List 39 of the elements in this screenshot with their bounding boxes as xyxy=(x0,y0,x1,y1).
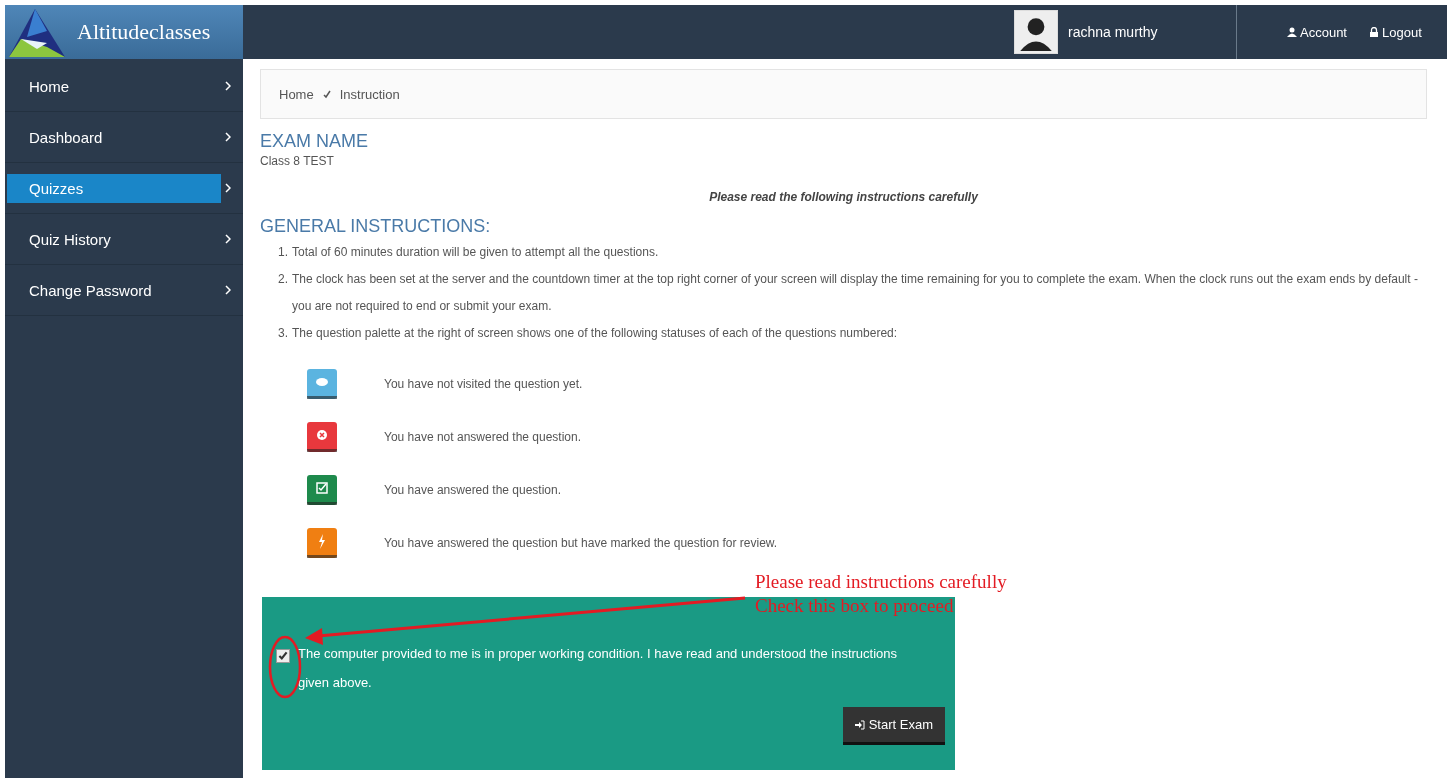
instruction-text: The clock has been set at the server and the countdown timer at the top right corner of your screen will display the time remaining for you to complete the exam. When the clock runs out the exam ends by default - you are not required to end or submit your exam. xyxy=(292,271,1419,315)
sidebar-item[interactable]: Change Password xyxy=(5,265,243,316)
instruction-text: Total of 60 minutes duration will be given to attempt all the questions. xyxy=(292,244,659,261)
instruction-text: The question palette at the right of screen shows one of the following statuses of each of the questions numbered: xyxy=(292,325,898,342)
status-description: You have answered the question but have marked the question for review. xyxy=(384,535,778,550)
brand-name: Altitudeclasses xyxy=(77,19,211,45)
annotation-text: Please read instructions carefully xyxy=(755,570,1007,594)
status-description: You have not visited the question yet. xyxy=(384,376,583,391)
chevron-right-icon xyxy=(225,234,231,244)
start-exam-button[interactable]: Start Exam xyxy=(842,707,945,745)
list-number: 2. xyxy=(278,271,288,288)
list-number: 1. xyxy=(278,244,288,261)
breadcrumb-item: Instruction xyxy=(339,86,400,102)
logout-link[interactable]: Logout xyxy=(1369,24,1422,40)
exam-heading: EXAM NAME xyxy=(260,131,370,152)
chevron-right-icon xyxy=(225,81,231,91)
notice-text: Please read the following instructions carefully xyxy=(708,190,980,204)
status-description: You have answered the question. xyxy=(384,482,562,497)
chevron-right-icon xyxy=(225,285,231,295)
breadcrumb-item[interactable]: Home xyxy=(279,86,314,102)
status-description: You have not answered the question. xyxy=(384,429,582,444)
annotation-text: Check this box to proceed xyxy=(755,594,955,618)
instructions-heading: GENERAL INSTRUCTIONS: xyxy=(260,216,492,237)
list-number: 3. xyxy=(278,325,288,342)
sidebar-item[interactable]: Home xyxy=(5,61,243,112)
sidebar-item[interactable]: Quiz History xyxy=(5,214,243,265)
sidebar-item[interactable]: Dashboard xyxy=(5,112,243,163)
agree-checkbox[interactable] xyxy=(276,649,290,663)
sign-in-icon xyxy=(854,719,865,730)
avatar-icon xyxy=(1014,10,1058,54)
chevron-right-icon xyxy=(225,132,231,142)
mountain-logo-icon xyxy=(7,7,67,57)
lock-icon xyxy=(1369,27,1379,37)
user-icon xyxy=(1287,27,1297,37)
account-link[interactable]: Account xyxy=(1287,24,1347,40)
chevron-right-icon xyxy=(225,183,231,193)
check-icon xyxy=(321,89,332,99)
exam-name: Class 8 TEST xyxy=(260,154,335,168)
user-name: rachna murthy xyxy=(1068,24,1158,40)
